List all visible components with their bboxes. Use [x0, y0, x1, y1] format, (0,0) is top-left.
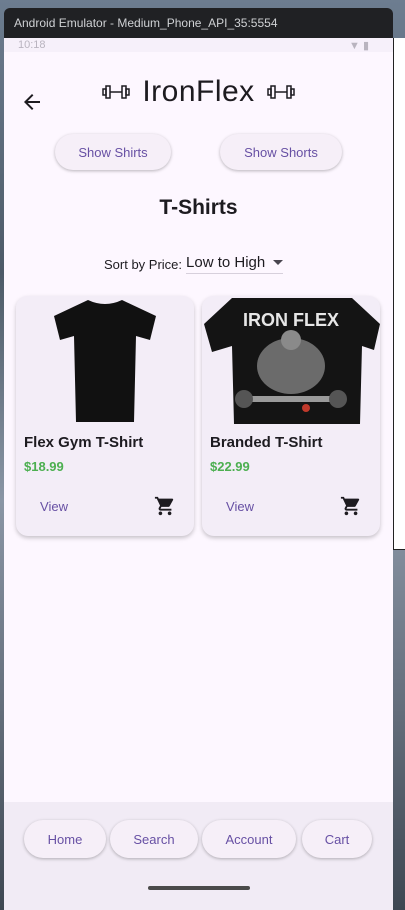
tshirt-brand-text: IRON FLEX — [243, 310, 339, 330]
nav-home-button[interactable]: Home — [24, 820, 106, 858]
app-header: IronFlex — [4, 72, 393, 112]
product-price: $22.99 — [210, 459, 250, 474]
emulator-title: Android Emulator - Medium_Phone_API_35:5… — [14, 16, 278, 30]
show-shorts-label: Show Shorts — [244, 144, 318, 160]
nav-cart-label: Cart — [324, 831, 350, 847]
product-name: Flex Gym T-Shirt — [24, 434, 144, 451]
sort-dropdown[interactable]: Low to High — [186, 254, 284, 274]
sort-value: Low to High — [186, 254, 266, 271]
show-shirts-button[interactable]: Show Shirts — [55, 134, 171, 170]
view-label: View — [40, 498, 68, 514]
emulator-title-bar: Android Emulator - Medium_Phone_API_35:5… — [4, 8, 393, 38]
nav-search-button[interactable]: Search — [110, 820, 198, 858]
black-tshirt-image — [16, 296, 194, 426]
dumbbell-icon — [266, 84, 295, 100]
nav-home-label: Home — [47, 831, 83, 847]
nav-account-label: Account — [225, 831, 273, 847]
nav-account-button[interactable]: Account — [202, 820, 296, 858]
add-to-cart-button[interactable] — [154, 495, 176, 517]
view-label: View — [226, 498, 254, 514]
product-card[interactable]: Flex Gym T-Shirt $18.99 View — [16, 296, 194, 536]
background-window-edge — [393, 38, 405, 550]
add-to-cart-button[interactable] — [340, 495, 362, 517]
section-title: T-Shirts — [159, 196, 238, 219]
sort-control: Sort by Price: Low to High — [104, 252, 284, 276]
nav-cart-button[interactable]: Cart — [302, 820, 372, 858]
sort-label: Sort by Price: — [104, 256, 183, 272]
status-time: 10:18 — [18, 39, 46, 51]
shopping-cart-icon — [340, 496, 360, 516]
phone-screen: 10:18 ▼ ▮ IronFlex Show Shirts Show Shor… — [4, 38, 393, 910]
app-title: IronFlex — [142, 75, 255, 108]
dumbbell-icon — [102, 84, 131, 100]
product-price: $18.99 — [24, 459, 64, 474]
nav-search-label: Search — [133, 831, 175, 847]
show-shorts-button[interactable]: Show Shorts — [220, 134, 342, 170]
ironflex-tshirt-image: IRON FLEX — [202, 296, 380, 426]
shopping-cart-icon — [154, 496, 174, 516]
product-name: Branded T-Shirt — [210, 434, 323, 451]
view-button[interactable]: View — [30, 494, 78, 518]
view-button[interactable]: View — [216, 494, 264, 518]
product-card[interactable]: IRON FLEX Branded T-Shirt $22.99 View — [202, 296, 380, 536]
status-bar: 10:18 ▼ ▮ — [4, 38, 393, 52]
status-icons: ▼ ▮ — [349, 40, 369, 52]
show-shirts-label: Show Shirts — [78, 144, 148, 160]
home-indicator[interactable] — [148, 886, 250, 890]
dropdown-arrow-icon — [273, 260, 284, 265]
